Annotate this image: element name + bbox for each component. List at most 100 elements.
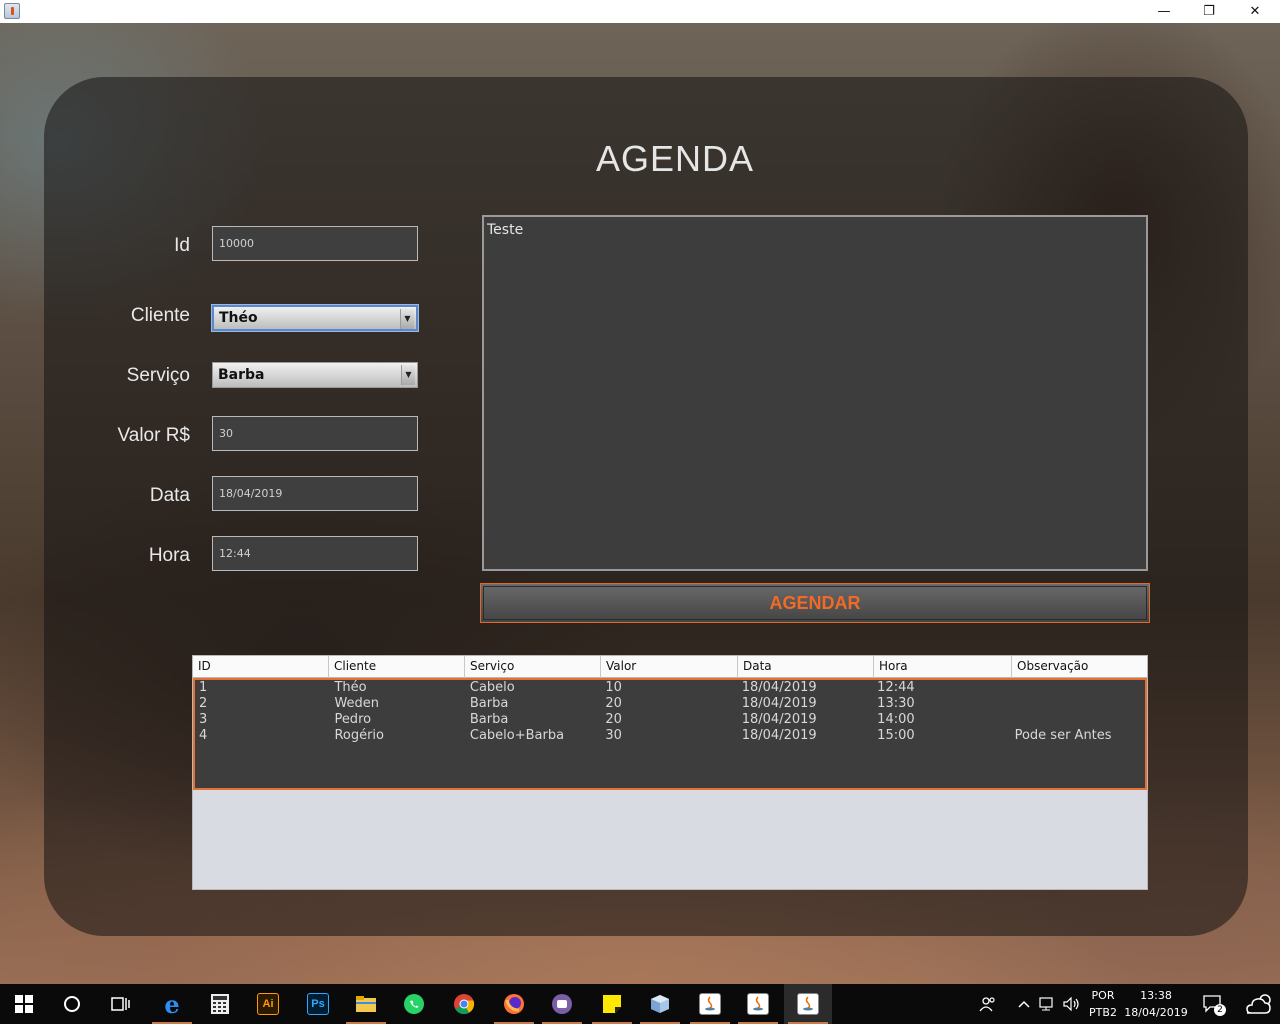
taskbar-app-calculator[interactable] xyxy=(196,984,244,1024)
taskbar-app-java-1[interactable] xyxy=(686,984,734,1024)
table-header: ID Cliente Serviço Valor Data Hora Obser… xyxy=(193,656,1147,678)
servico-select[interactable]: Barba ▼ xyxy=(212,362,418,388)
agendar-button-label: AGENDAR xyxy=(769,592,861,613)
clock-time: 13:38 xyxy=(1140,989,1172,1002)
maximize-button[interactable]: ❐ xyxy=(1186,0,1232,23)
network-button[interactable] xyxy=(1036,984,1060,1024)
cell-data: 18/04/2019 xyxy=(741,712,817,727)
cell-cliente: Théo xyxy=(334,680,367,695)
table-row[interactable]: 3 Pedro Barba 20 18/04/2019 14:00 xyxy=(195,712,1145,728)
start-button[interactable] xyxy=(0,984,48,1024)
valor-label: Valor R$ xyxy=(117,425,190,446)
dropdown-arrow-icon[interactable]: ▼ xyxy=(401,365,415,385)
hora-label: Hora xyxy=(148,545,190,566)
table-row[interactable]: 4 Rogério Cabelo+Barba 30 18/04/2019 15:… xyxy=(195,728,1145,744)
windows-logo-icon xyxy=(15,995,33,1013)
taskbar-app-firefox[interactable] xyxy=(490,984,538,1024)
cell-observacao xyxy=(1011,680,1145,696)
cell-valor: 30 xyxy=(605,728,622,743)
id-field[interactable]: 10000 xyxy=(212,226,418,261)
table-body: 1 Théo Cabelo 10 18/04/2019 12:44 2 Wede… xyxy=(193,678,1147,790)
cell-valor: 10 xyxy=(605,680,622,695)
taskbar-app-edge[interactable]: e xyxy=(148,984,196,1024)
speaker-icon xyxy=(1063,997,1079,1011)
valor-field[interactable]: 30 xyxy=(212,416,418,451)
column-header-cliente[interactable]: Cliente xyxy=(329,656,465,678)
taskbar-app-java-3[interactable] xyxy=(784,984,832,1024)
task-view-button[interactable] xyxy=(96,984,144,1024)
clock[interactable]: 13:38 18/04/2019 xyxy=(1124,984,1188,1024)
close-button[interactable]: ✕ xyxy=(1232,0,1278,23)
calculator-icon xyxy=(211,994,229,1014)
cortana-button[interactable] xyxy=(48,984,96,1024)
language-indicator[interactable]: POR PTB2 xyxy=(1086,984,1120,1024)
java-icon xyxy=(699,993,721,1015)
taskbar-app-chrome[interactable] xyxy=(440,984,488,1024)
table-row[interactable]: 1 Théo Cabelo 10 18/04/2019 12:44 xyxy=(195,680,1145,696)
data-label: Data xyxy=(149,485,190,506)
cell-cliente: Weden xyxy=(334,696,380,711)
cell-servico: Cabelo+Barba xyxy=(469,728,565,743)
observacao-textarea[interactable]: Teste xyxy=(482,215,1148,571)
agendar-button[interactable]: AGENDAR xyxy=(480,583,1150,623)
taskbar-app-photoshop[interactable]: Ps xyxy=(294,984,342,1024)
taskbar-app-sticky-notes[interactable] xyxy=(588,984,636,1024)
taskbar-app-file-explorer[interactable] xyxy=(342,984,390,1024)
action-center-button[interactable]: 2 xyxy=(1196,984,1230,1024)
minimize-button[interactable]: — xyxy=(1141,0,1187,23)
people-button[interactable] xyxy=(966,984,1010,1024)
whatsapp-icon xyxy=(404,994,424,1014)
taskbar-app-java-2[interactable] xyxy=(734,984,782,1024)
hora-field[interactable]: 12:44 xyxy=(212,536,418,571)
column-header-hora[interactable]: Hora xyxy=(874,656,1012,678)
virtualbox-icon xyxy=(651,995,669,1013)
taskbar-app-illustrator[interactable]: Ai xyxy=(244,984,292,1024)
volume-button[interactable] xyxy=(1060,984,1084,1024)
taskbar: e Ai Ps POR PTB2 13:38 18/04/2019 2 xyxy=(0,984,1280,1024)
firefox-icon xyxy=(504,994,524,1014)
show-hidden-icons-button[interactable] xyxy=(1012,984,1036,1024)
cell-data: 18/04/2019 xyxy=(741,680,817,695)
teams-icon xyxy=(552,994,572,1014)
servico-selected-value: Barba xyxy=(218,367,265,383)
cell-observacao xyxy=(1011,712,1145,728)
cortana-icon xyxy=(64,996,80,1012)
page-title: AGENDA xyxy=(595,138,755,179)
weather-cloudy-icon xyxy=(1246,994,1271,1014)
dropdown-arrow-icon[interactable]: ▼ xyxy=(400,309,414,329)
cliente-select[interactable]: Théo ▼ xyxy=(212,305,418,331)
cell-valor: 20 xyxy=(605,712,622,727)
clock-date: 18/04/2019 xyxy=(1124,1006,1188,1019)
id-label: Id xyxy=(174,235,190,256)
servico-label: Serviço xyxy=(126,365,190,386)
agenda-table[interactable]: ID Cliente Serviço Valor Data Hora Obser… xyxy=(192,655,1148,890)
column-header-id[interactable]: ID xyxy=(193,656,329,678)
data-field[interactable]: 18/04/2019 xyxy=(212,476,418,511)
cell-servico: Cabelo xyxy=(469,680,515,695)
window-titlebar: — ❐ ✕ xyxy=(0,0,1280,23)
cell-hora: 14:00 xyxy=(877,712,915,727)
cell-id: 1 xyxy=(199,680,208,695)
file-explorer-icon xyxy=(356,996,376,1012)
notification-count-badge: 2 xyxy=(1214,1004,1226,1016)
column-header-observacao[interactable]: Observação xyxy=(1012,656,1147,678)
chrome-icon xyxy=(454,994,475,1015)
taskbar-app-whatsapp[interactable] xyxy=(390,984,438,1024)
language-code: POR xyxy=(1091,989,1115,1002)
column-header-valor[interactable]: Valor xyxy=(601,656,738,678)
column-header-servico[interactable]: Serviço xyxy=(465,656,601,678)
chevron-up-icon xyxy=(1018,1000,1030,1008)
photoshop-icon: Ps xyxy=(307,993,329,1015)
cell-data: 18/04/2019 xyxy=(741,696,817,711)
cell-data: 18/04/2019 xyxy=(741,728,817,743)
illustrator-icon: Ai xyxy=(257,993,279,1015)
java-icon xyxy=(797,993,819,1015)
column-header-data[interactable]: Data xyxy=(738,656,874,678)
taskbar-app-teams[interactable] xyxy=(538,984,586,1024)
taskbar-app-virtualbox[interactable] xyxy=(636,984,684,1024)
keyboard-layout: PTB2 xyxy=(1089,1006,1117,1019)
table-row[interactable]: 2 Weden Barba 20 18/04/2019 13:30 xyxy=(195,696,1145,712)
cell-servico: Barba xyxy=(469,712,509,727)
weather-button[interactable] xyxy=(1236,984,1280,1024)
java-app-icon xyxy=(4,3,20,19)
